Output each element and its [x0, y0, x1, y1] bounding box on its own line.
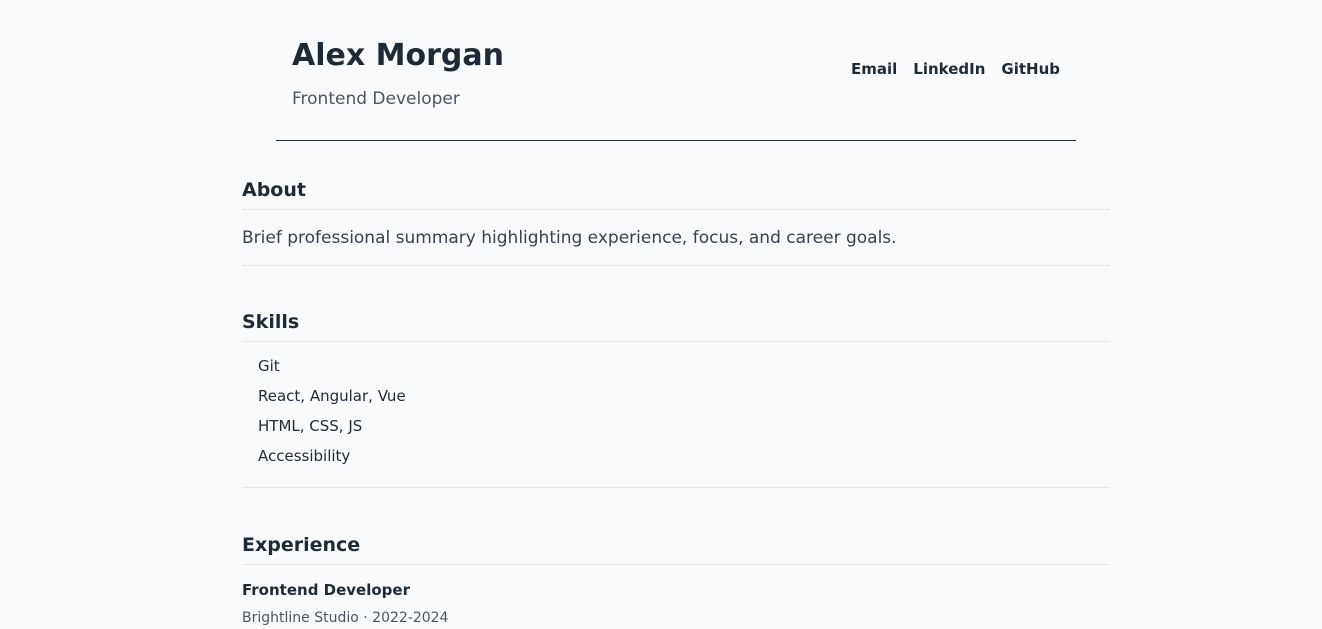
skill-item: Git	[258, 357, 280, 375]
main-content: About Brief professional summary highlig…	[242, 141, 1110, 628]
experience-job-title: Frontend Developer	[242, 581, 410, 599]
page-title: Alex Morgan	[292, 38, 504, 73]
email-link[interactable]: Email	[851, 59, 897, 79]
github-link[interactable]: GitHub	[1001, 59, 1060, 79]
skill-item: Accessibility	[258, 447, 351, 465]
experience-item: Frontend Developer Brightline Studio · 2…	[242, 565, 1110, 628]
about-section: About Brief professional summary highlig…	[242, 141, 1110, 266]
contact-nav: Email LinkedIn GitHub	[851, 59, 1060, 79]
experience-section: Experience Frontend Developer Brightline…	[242, 488, 1110, 628]
about-heading: About	[242, 177, 1110, 210]
skill-item: React, Angular, Vue	[258, 387, 406, 405]
about-text: Brief professional summary highlighting …	[242, 228, 897, 248]
job-role: Frontend Developer	[292, 89, 460, 109]
linkedin-link[interactable]: LinkedIn	[913, 59, 985, 79]
skills-list: Git React, Angular, Vue HTML, CSS, JS Ac…	[242, 342, 1110, 487]
skills-heading: Skills	[242, 309, 1110, 342]
page-header: Alex Morgan Frontend Developer Email Lin…	[276, 0, 1076, 141]
skills-section: Skills Git React, Angular, Vue HTML, CSS…	[242, 266, 1110, 488]
experience-heading: Experience	[242, 532, 1110, 565]
skill-item: HTML, CSS, JS	[258, 417, 363, 435]
experience-company-dates: Brightline Studio · 2022-2024	[242, 610, 449, 626]
